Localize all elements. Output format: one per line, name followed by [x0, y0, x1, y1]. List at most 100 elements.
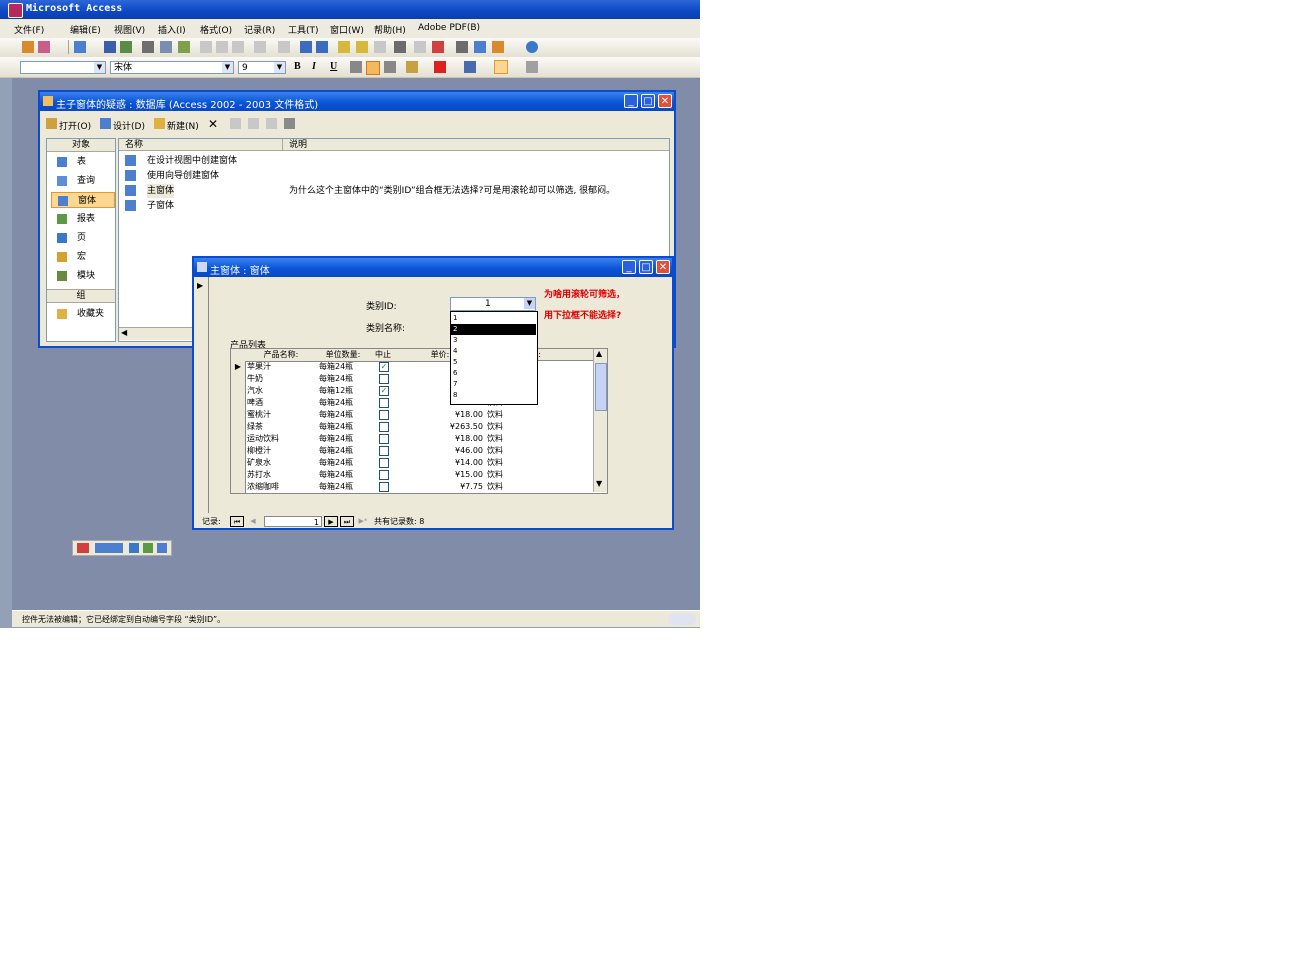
cell-unit-quantity[interactable]: 每箱24瓶: [319, 457, 369, 469]
print-icon[interactable]: [142, 41, 154, 53]
print-preview-icon[interactable]: [160, 41, 172, 53]
row-selector[interactable]: [231, 469, 246, 481]
special-effect-icon[interactable]: [526, 61, 538, 73]
table-row[interactable]: 柳橙汁 每箱24瓶 ¥46.00 饮料: [231, 445, 593, 457]
dropdown-option[interactable]: 2: [451, 324, 536, 335]
cell-product-name[interactable]: 浓缩咖啡: [247, 481, 317, 493]
record-number-field[interactable]: 1: [264, 516, 322, 527]
menu-edit[interactable]: 编辑(E): [70, 23, 101, 36]
last-record-button[interactable]: ⏭: [340, 516, 354, 527]
maximize-button[interactable]: □: [639, 260, 653, 274]
row-selector[interactable]: [231, 385, 246, 397]
minimize-button[interactable]: _: [622, 260, 636, 274]
row-selector[interactable]: [231, 373, 246, 385]
prev-record-button[interactable]: ◀: [246, 516, 260, 527]
cell-category[interactable]: 饮料: [487, 469, 547, 481]
delete-record-icon[interactable]: [432, 41, 444, 53]
cell-unit-quantity[interactable]: 每箱24瓶: [319, 421, 369, 433]
close-button[interactable]: ✕: [658, 94, 672, 108]
menu-file[interactable]: 文件(F): [14, 23, 44, 36]
cell-category[interactable]: 饮料: [487, 421, 547, 433]
cut-icon[interactable]: [200, 41, 212, 53]
list-item[interactable]: 使用向导创建窗体: [125, 169, 665, 183]
align-center-icon[interactable]: [366, 61, 380, 75]
new-button[interactable]: 新建(N): [167, 119, 199, 132]
cell-unit-quantity[interactable]: 每箱24瓶: [319, 469, 369, 481]
italic-button[interactable]: I: [312, 61, 316, 72]
cell-product-name[interactable]: 柳橙汁: [247, 445, 317, 457]
table-row[interactable]: 浓缩咖啡 每箱24瓶 ¥7.75 饮料: [231, 481, 593, 493]
cell-product-name[interactable]: 运动饮料: [247, 433, 317, 445]
table-row[interactable]: 运动饮料 每箱24瓶 ¥18.00 饮料: [231, 433, 593, 445]
cell-unit-price[interactable]: ¥14.00: [397, 457, 483, 469]
table-row[interactable]: 苏打水 每箱24瓶 ¥15.00 饮料: [231, 469, 593, 481]
column-header-name[interactable]: 名称: [119, 139, 283, 151]
discontinued-checkbox[interactable]: [379, 374, 389, 384]
discontinued-checkbox[interactable]: [379, 410, 389, 420]
minimize-button[interactable]: _: [624, 94, 638, 108]
new-object-icon[interactable]: [492, 41, 504, 53]
font-color-icon[interactable]: [434, 61, 446, 73]
design-view-icon[interactable]: [74, 41, 86, 53]
first-record-button[interactable]: ⏮: [230, 516, 244, 527]
new-record-button[interactable]: ▶*: [356, 516, 370, 527]
row-selector[interactable]: [231, 457, 246, 469]
bold-button[interactable]: B: [294, 61, 301, 72]
discontinued-checkbox[interactable]: ✓: [379, 362, 389, 372]
cell-unit-price[interactable]: ¥18.00: [397, 433, 483, 445]
dropdown-option[interactable]: 5: [451, 357, 536, 368]
scroll-thumb[interactable]: [595, 363, 607, 411]
menu-help[interactable]: 帮助(H): [374, 23, 406, 36]
copy-icon[interactable]: [216, 41, 228, 53]
cell-category[interactable]: 饮料: [487, 445, 547, 457]
chevron-down-icon[interactable]: ▼: [524, 298, 535, 309]
object-tables[interactable]: 表: [51, 154, 115, 170]
discontinued-checkbox[interactable]: [379, 458, 389, 468]
row-selector[interactable]: ▶: [231, 361, 246, 373]
dropdown-option[interactable]: 4: [451, 346, 536, 357]
table-row[interactable]: 绿茶 每箱24瓶 ¥263.50 饮料: [231, 421, 593, 433]
discontinued-checkbox[interactable]: [379, 398, 389, 408]
discontinued-checkbox[interactable]: [379, 422, 389, 432]
chevron-down-icon[interactable]: ▼: [274, 62, 285, 73]
menu-tools[interactable]: 工具(T): [288, 23, 319, 36]
spelling-icon[interactable]: [178, 41, 190, 53]
cell-product-name[interactable]: 汽水: [247, 385, 317, 397]
cell-unit-price[interactable]: ¥46.00: [397, 445, 483, 457]
object-forms[interactable]: 窗体: [51, 192, 115, 208]
large-icons-icon[interactable]: [230, 118, 241, 129]
object-macros[interactable]: 宏: [51, 249, 115, 265]
dropdown-option[interactable]: 8: [451, 390, 536, 401]
new-record-icon[interactable]: [414, 41, 426, 53]
cell-unit-price[interactable]: ¥18.00: [397, 409, 483, 421]
sort-descending-icon[interactable]: [316, 41, 328, 53]
discontinued-checkbox[interactable]: [379, 446, 389, 456]
cell-category[interactable]: 饮料: [487, 409, 547, 421]
toolbar-icon-3[interactable]: [129, 543, 139, 553]
details-view-icon[interactable]: [284, 118, 295, 129]
view-icon[interactable]: [22, 41, 34, 53]
dropdown-option[interactable]: 6: [451, 368, 536, 379]
filter-by-form-icon[interactable]: [356, 41, 368, 53]
group-favorites[interactable]: 收藏夹: [51, 306, 115, 322]
cell-product-name[interactable]: 矿泉水: [247, 457, 317, 469]
align-right-icon[interactable]: [384, 61, 396, 73]
horizontal-scrollbar[interactable]: ◀: [119, 327, 195, 340]
save-icon[interactable]: [104, 41, 116, 53]
cell-unit-quantity[interactable]: 每箱24瓶: [319, 433, 369, 445]
object-queries[interactable]: 查询: [51, 173, 115, 189]
menu-records[interactable]: 记录(R): [244, 23, 275, 36]
category-id-combo[interactable]: 1 ▼: [450, 297, 536, 311]
toolbar-icon-4[interactable]: [143, 543, 153, 553]
file-search-icon[interactable]: [120, 41, 132, 53]
close-button[interactable]: ✕: [656, 260, 670, 274]
menu-adobe-pdf[interactable]: Adobe PDF(B): [418, 23, 480, 33]
sort-ascending-icon[interactable]: [300, 41, 312, 53]
dropdown-option[interactable]: 1: [451, 313, 536, 324]
cell-unit-price[interactable]: ¥263.50: [397, 421, 483, 433]
list-item[interactable]: 子窗体: [125, 199, 665, 213]
table-row[interactable]: 牛奶 每箱24瓶: [231, 373, 593, 385]
cell-category[interactable]: 饮料: [487, 433, 547, 445]
align-left-icon[interactable]: [350, 61, 362, 73]
cell-unit-price[interactable]: ¥15.00: [397, 469, 483, 481]
